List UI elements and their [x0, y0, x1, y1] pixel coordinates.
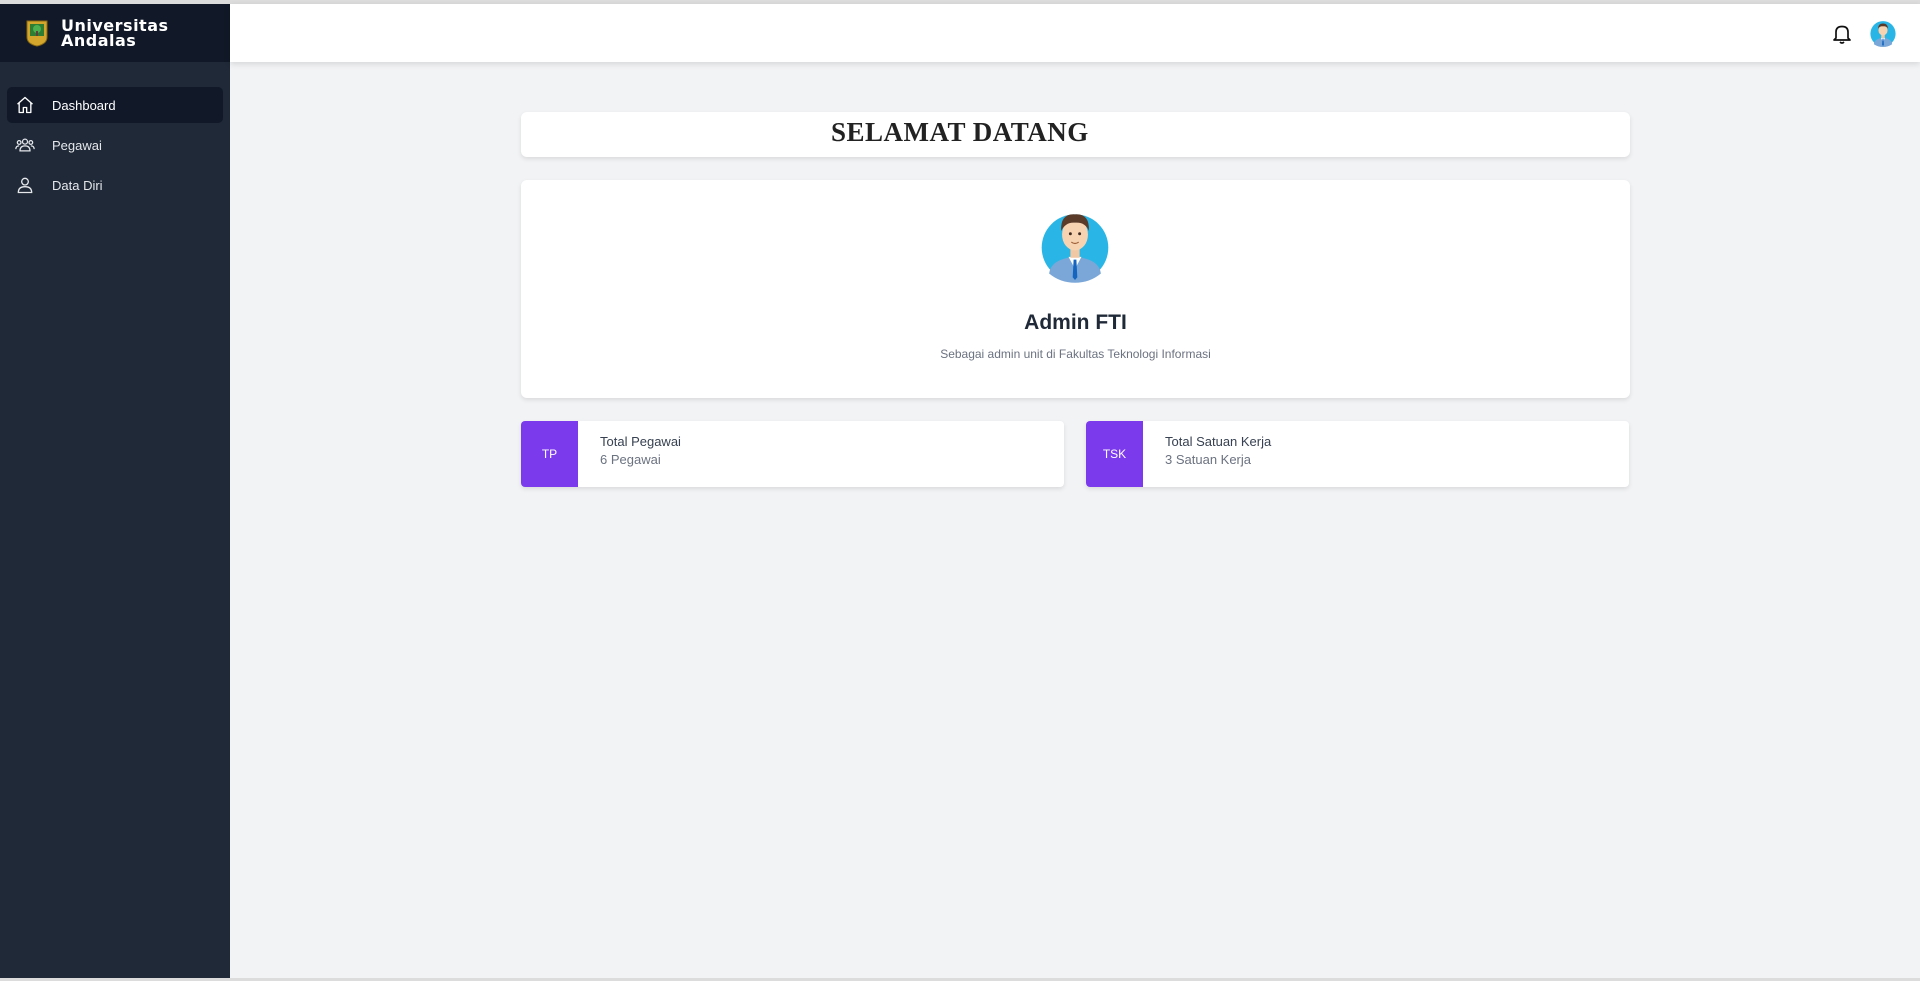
app-root: Universitas Andalas Dashboard Pegawai Da…: [0, 4, 1920, 978]
sidebar: Universitas Andalas Dashboard Pegawai Da…: [0, 4, 230, 978]
stat-card-total-satuan-kerja: TSK Total Satuan Kerja 3 Satuan Kerja: [1086, 421, 1629, 487]
university-logo: [26, 20, 48, 47]
sidebar-item-data-diri[interactable]: Data Diri: [7, 167, 223, 203]
topbar: [230, 4, 1920, 62]
sidebar-item-label: Dashboard: [52, 97, 116, 113]
stat-badge: TSK: [1086, 421, 1143, 487]
welcome-title: SELAMAT DATANG: [831, 117, 1089, 147]
stat-card-total-pegawai: TP Total Pegawai 6 Pegawai: [521, 421, 1064, 487]
user-avatar[interactable]: [1869, 19, 1897, 47]
stat-title: Total Satuan Kerja: [1165, 434, 1272, 449]
bell-icon[interactable]: [1832, 23, 1852, 45]
sidebar-nav: Dashboard Pegawai Data Diri: [0, 87, 230, 203]
profile-card: Admin FTI Sebagai admin unit di Fakultas…: [521, 180, 1630, 398]
brand-name: Universitas Andalas: [61, 18, 169, 50]
stat-value: 6 Pegawai: [600, 452, 661, 467]
sidebar-item-label: Pegawai: [52, 137, 102, 153]
profile-name: Admin FTI: [1024, 311, 1127, 334]
sidebar-item-label: Data Diri: [52, 177, 103, 193]
sidebar-item-pegawai[interactable]: Pegawai: [7, 127, 223, 163]
users-icon: [15, 138, 35, 152]
welcome-card: SELAMAT DATANG: [521, 112, 1630, 157]
profile-description: Sebagai admin unit di Fakultas Teknologi…: [940, 347, 1211, 361]
sidebar-item-dashboard[interactable]: Dashboard: [7, 87, 223, 123]
home-icon: [17, 96, 33, 114]
brand[interactable]: Universitas Andalas: [0, 4, 230, 62]
user-icon: [17, 177, 33, 194]
stat-badge: TP: [521, 421, 578, 487]
stat-title: Total Pegawai: [600, 434, 681, 449]
brand-line-2: Andalas: [61, 31, 137, 50]
profile-avatar: [1041, 214, 1109, 283]
stat-value: 3 Satuan Kerja: [1165, 452, 1252, 467]
